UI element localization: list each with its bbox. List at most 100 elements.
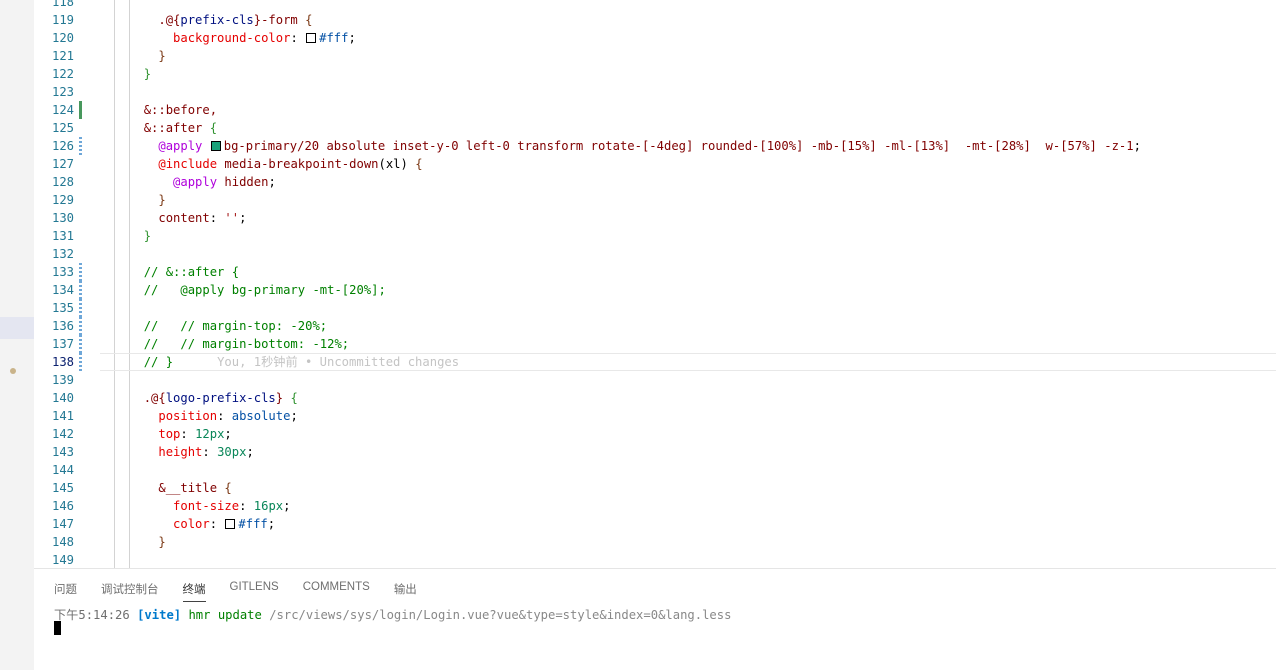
code-line[interactable]: 136 // // margin-top: -20%; xyxy=(34,317,1276,335)
code-token: }-form xyxy=(253,13,306,27)
code-line[interactable]: 125 &::after { xyxy=(34,119,1276,137)
code-token: absolute xyxy=(231,409,291,423)
code-line[interactable]: 129 } xyxy=(34,191,1276,209)
code-token: 30px xyxy=(217,445,247,459)
line-code: // &::after { xyxy=(129,263,239,281)
code-token: } xyxy=(143,67,152,81)
git-modified-marker[interactable] xyxy=(79,299,82,317)
color-swatch-icon[interactable] xyxy=(306,33,317,43)
line-number: 144 xyxy=(51,463,74,477)
line-code: .@{logo-prefix-cls} { xyxy=(129,389,298,407)
bottom-panel: 问题 调试控制台 终端 GITLENS COMMENTS 输出 下午5:14:26 [vi… xyxy=(34,568,1276,671)
code-line[interactable]: 122 } xyxy=(34,65,1276,83)
panel-tab[interactable]: 输出 xyxy=(394,579,417,602)
code-token: &::before, xyxy=(143,103,218,117)
code-line[interactable]: 119 .@{prefix-cls}-form { xyxy=(34,11,1276,29)
code-line[interactable]: 121 } xyxy=(34,47,1276,65)
code-token: .@{ xyxy=(158,13,181,27)
line-number: 142 xyxy=(51,427,74,441)
line-number: 138 xyxy=(51,355,74,369)
code-line[interactable]: 132 xyxy=(34,245,1276,263)
code-token: prefix-cls xyxy=(180,13,254,27)
code-line[interactable]: 138 // } You, 1秒钟前 • Uncommitted changes xyxy=(34,353,1276,371)
panel-tab[interactable]: COMMENTS xyxy=(303,579,370,602)
git-modified-marker[interactable] xyxy=(79,317,82,335)
line-code: font-size: 16px; xyxy=(129,497,290,515)
activity-status-dot-icon xyxy=(10,368,16,374)
code-editor[interactable]: 118 119 .@{prefix-cls}-form {120 backgrou… xyxy=(34,0,1276,568)
code-token: ; xyxy=(224,427,232,441)
git-modified-marker[interactable] xyxy=(79,281,82,299)
line-code: &__title { xyxy=(129,479,231,497)
code-line[interactable]: 142 top: 12px; xyxy=(34,425,1276,443)
code-line[interactable]: 145 &__title { xyxy=(34,479,1276,497)
code-token: : xyxy=(202,445,218,459)
code-line[interactable]: 139 xyxy=(34,371,1276,389)
line-number: 143 xyxy=(51,445,74,459)
code-line[interactable]: 133 // &::after { xyxy=(34,263,1276,281)
code-token: media-breakpoint-down xyxy=(224,157,379,171)
code-line[interactable]: 124 &::before, xyxy=(34,101,1276,119)
panel-tab[interactable]: 问题 xyxy=(54,579,77,602)
line-code: // // margin-bottom: -12%; xyxy=(129,335,349,353)
color-swatch-icon[interactable] xyxy=(225,519,236,529)
code-line[interactable]: 146 font-size: 16px; xyxy=(34,497,1276,515)
git-modified-marker[interactable] xyxy=(79,335,82,353)
code-line[interactable]: 128 @apply hidden; xyxy=(34,173,1276,191)
line-number: 130 xyxy=(51,211,74,225)
code-line[interactable]: 143 height: 30px; xyxy=(34,443,1276,461)
panel-tab[interactable]: 终端 xyxy=(182,579,206,602)
code-token: @include xyxy=(158,157,225,171)
code-line[interactable]: 126 @apply bg-primary/20 absolute inset-… xyxy=(34,137,1276,155)
code-line[interactable]: 134 // @apply bg-primary -mt-[20%]; xyxy=(34,281,1276,299)
code-line[interactable]: 135 xyxy=(34,299,1276,317)
color-swatch-icon[interactable] xyxy=(210,141,221,151)
terminal-time: 下午5:14:26 xyxy=(54,608,130,622)
code-line[interactable]: 147 color: #fff; xyxy=(34,515,1276,533)
code-line[interactable]: 127 @include media-breakpoint-down(xl) { xyxy=(34,155,1276,173)
code-line[interactable]: 144 xyxy=(34,461,1276,479)
code-line[interactable]: 118 xyxy=(34,0,1276,11)
code-token: background-color xyxy=(173,31,291,45)
line-code: top: 12px; xyxy=(129,425,232,443)
code-token: '' xyxy=(224,211,240,225)
line-number: 133 xyxy=(51,265,74,279)
code-line[interactable]: 141 position: absolute; xyxy=(34,407,1276,425)
panel-tab[interactable]: GITLENS xyxy=(230,579,279,602)
code-line[interactable]: 148 } xyxy=(34,533,1276,551)
code-token: : xyxy=(180,427,196,441)
code-line[interactable]: 137 // // margin-bottom: -12%; xyxy=(34,335,1276,353)
line-number: 137 xyxy=(51,337,74,351)
code-line[interactable]: 130 content: ''; xyxy=(34,209,1276,227)
code-line[interactable]: 149 xyxy=(34,551,1276,568)
code-token: xl xyxy=(385,157,401,171)
code-token: top xyxy=(158,427,181,441)
git-added-marker[interactable] xyxy=(79,101,82,119)
code-line[interactable]: 120 background-color: #fff; xyxy=(34,29,1276,47)
code-line[interactable]: 123 xyxy=(34,83,1276,101)
git-modified-marker[interactable] xyxy=(79,137,82,155)
code-token: ) xyxy=(400,157,416,171)
code-line[interactable]: 131 } xyxy=(34,227,1276,245)
git-modified-marker[interactable] xyxy=(79,263,82,281)
code-token: .@{ xyxy=(143,391,166,405)
code-line[interactable]: 140 .@{logo-prefix-cls} { xyxy=(34,389,1276,407)
line-code: // // margin-top: -20%; xyxy=(129,317,327,335)
code-token: // // margin-top: -20%; xyxy=(143,319,328,333)
git-modified-marker[interactable] xyxy=(79,353,82,371)
line-code: .@{prefix-cls}-form { xyxy=(129,11,312,29)
panel-tab[interactable]: 调试控制台 xyxy=(101,579,159,602)
terminal-path: /src/views/sys/login/Login.vue?vue&type=… xyxy=(269,608,732,622)
terminal-cursor[interactable] xyxy=(54,621,61,635)
